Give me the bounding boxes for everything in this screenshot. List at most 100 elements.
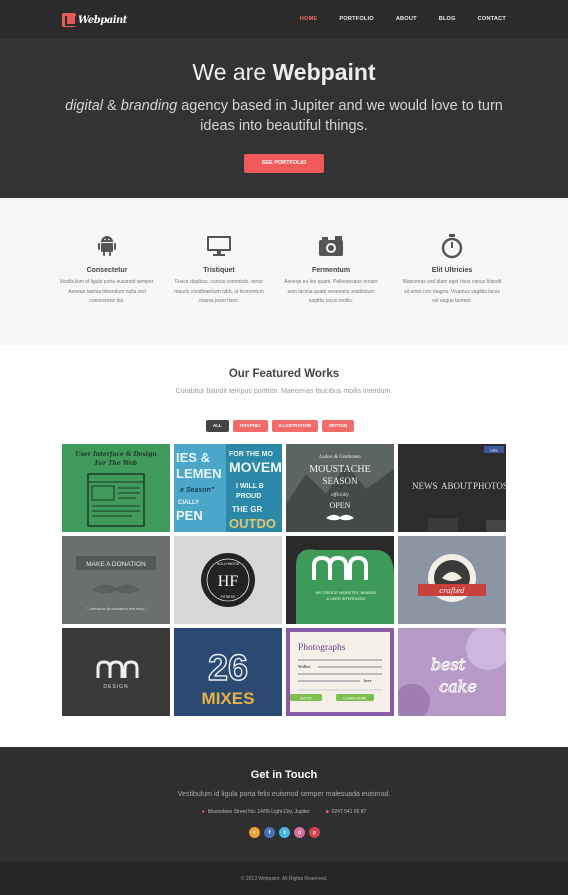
feature-text: Vestibulum id ligula porta euismod sempe… xyxy=(59,279,155,304)
tile-text: THE GR xyxy=(232,505,262,514)
twitter-icon[interactable]: t xyxy=(279,827,290,838)
tile-text: here xyxy=(364,678,372,683)
tile-text: NEWS xyxy=(412,481,438,491)
rss-icon[interactable]: r xyxy=(249,827,260,838)
portfolio-filters: ALL GRAPHIC ILLUSTRATION MOTION xyxy=(206,420,355,432)
feature-title: Fermentum xyxy=(311,267,351,274)
hero-title-prefix: We are xyxy=(192,59,273,85)
works-title: Our Featured Works xyxy=(228,368,340,380)
nav-item-about[interactable]: ABOUT xyxy=(396,16,417,22)
tile-text: User Interface & Design xyxy=(75,451,156,458)
tile-text: MAKE A DONATION xyxy=(86,561,146,568)
dribbble-icon[interactable]: d xyxy=(294,827,305,838)
filter-illustration[interactable]: ILLUSTRATION xyxy=(271,420,319,432)
feature-item: Fermentum Aenean eu leo quam. Pellentesq… xyxy=(281,231,381,307)
pinterest-icon[interactable]: p xyxy=(309,827,320,838)
feature-item: Consectetur Vestibulum id ligula porta e… xyxy=(57,231,157,307)
tile-text: & USER INTERFACES xyxy=(326,597,365,601)
contact-section: Get in Touch Vestibulum id ligula porta … xyxy=(0,747,568,862)
tile-text: LEARN MORE xyxy=(343,697,367,701)
tile-text: FOR THE MO xyxy=(229,451,273,458)
feature-text: Aenean eu leo quam. Pellentesque ornare … xyxy=(284,279,378,304)
portfolio-item[interactable]: 26 MIXES xyxy=(174,628,282,716)
hero-title: We are Webpaint xyxy=(0,59,568,86)
filter-all[interactable]: ALL xyxy=(206,420,229,432)
tile-text: cake xyxy=(439,677,477,696)
portfolio-item[interactable]: Photographs Walker here ARTIST LEARN MOR… xyxy=(286,628,394,716)
portfolio-grid: User Interface & Design For The Web IES … xyxy=(62,444,506,716)
footer: © 2013 Webpaint. All Rights Reserved. xyxy=(0,862,568,895)
portfolio-item[interactable]: MAKE A DONATION "...because lip-sweaters… xyxy=(62,536,170,624)
tagline-branding: branding xyxy=(120,98,178,114)
tile-text: MOUSTACHE xyxy=(309,464,370,475)
contact-subtitle: Vestibulum id ligula porta felis euismod… xyxy=(177,791,391,798)
logo-mark xyxy=(96,660,139,678)
tile-text: MIXES xyxy=(202,689,255,708)
feature-title: Tristiquet xyxy=(203,267,235,274)
portfolio-item[interactable]: Ladies & Gentlemen MOUSTACHE SEASON offi… xyxy=(286,444,394,532)
feature-title: Consectetur xyxy=(86,267,128,274)
tile-text: For The Web xyxy=(94,460,137,467)
logo-mark-icon xyxy=(62,13,77,27)
portfolio-item[interactable]: IES & LEMEN FOR THE MO MOVEM e Season" I… xyxy=(174,444,282,532)
tile-text: ABOUT xyxy=(441,481,473,491)
tile-text: PROUD xyxy=(236,493,261,500)
tile-text: SEASON xyxy=(322,476,358,486)
hero-tagline: digital & branding agency based in Jupit… xyxy=(60,96,508,136)
tile-text: Walker xyxy=(298,664,311,669)
tile-text: PHOTOS xyxy=(473,481,506,491)
phone: ■ 0247 541 65 87 xyxy=(326,809,367,815)
filter-graphic[interactable]: GRAPHIC xyxy=(232,420,268,432)
works-subtitle: Curabitur blandit tempus porttitor. Maec… xyxy=(175,388,393,395)
tile-text: HOLLYWOOD xyxy=(217,562,240,566)
hero-section: We are Webpaint digital & branding agenc… xyxy=(0,39,568,198)
tile-text: DESIGN xyxy=(103,684,128,690)
portfolio-item[interactable]: HF HOLLYWOOD FITNESS xyxy=(174,536,282,624)
portfolio-item[interactable]: best cake xyxy=(398,628,506,716)
portfolio-item[interactable]: User Interface & Design For The Web xyxy=(62,444,170,532)
portfolio-item[interactable]: DESIGN xyxy=(62,628,170,716)
phone-icon: ■ xyxy=(325,809,329,815)
tile-text: PEN xyxy=(176,508,203,523)
feature-item: Tristiquet Fusce dapibus, cursus commodo… xyxy=(169,231,269,307)
monitor-icon xyxy=(169,231,269,261)
nav-item-home[interactable]: HOME xyxy=(300,16,318,22)
tile-text: "...because lip-sweaters are sexy." xyxy=(86,606,147,611)
social-links: r f t d p xyxy=(249,827,320,838)
nav-item-blog[interactable]: BLOG xyxy=(439,16,456,22)
tile-text: best xyxy=(431,655,466,674)
nav-item-contact[interactable]: CONTACT xyxy=(478,16,506,22)
portfolio-item[interactable]: crafted xyxy=(398,536,506,624)
top-navbar: Webpaint HOME PORTFOLIO ABOUT BLOG CONTA… xyxy=(0,0,568,39)
portfolio-item[interactable]: WE CREATE WEBSITES, BRANDS & USER INTERF… xyxy=(286,536,394,624)
tile-text: IES & xyxy=(176,450,210,465)
feature-text: Maecenas sed diam eget risus varius blan… xyxy=(402,279,502,304)
tagline-amp: & xyxy=(103,98,121,114)
featured-works-section: Our Featured Works Curabitur blandit tem… xyxy=(0,346,568,747)
tagline-digital: digital xyxy=(65,98,104,114)
tile-shape xyxy=(486,520,506,532)
copyright: © 2013 Webpaint. All Rights Reserved. xyxy=(240,876,328,882)
logo-text: Webpaint xyxy=(78,14,127,26)
nav-item-portfolio[interactable]: PORTFOLIO xyxy=(339,16,373,22)
tile-text: e Season" xyxy=(180,487,215,494)
moustache-icon xyxy=(92,584,140,594)
tile-text: Like xyxy=(490,448,498,453)
feature-text: Fusce dapibus, cursus commodo, tortor ma… xyxy=(174,279,264,304)
see-portfolio-button[interactable]: SEE PORTFOLIO xyxy=(244,154,324,173)
feature-title: Elit Ultricies xyxy=(431,267,473,274)
contact-info: ● Moonshine Street No: 14/05 Light City, … xyxy=(0,809,568,815)
tile-text: Photographs xyxy=(298,643,346,653)
portfolio-item[interactable]: Like NEWS ABOUT PHOTOS xyxy=(398,444,506,532)
phone-text: 0247 541 65 87 xyxy=(331,809,367,815)
tile-text: crafted xyxy=(439,587,465,595)
facebook-icon[interactable]: f xyxy=(264,827,275,838)
address-text: Moonshine Street No: 14/05 Light City, J… xyxy=(207,809,310,815)
tile-text: HF xyxy=(218,573,239,590)
tile-text: Ladies & Gentlemen xyxy=(318,455,361,460)
android-icon xyxy=(57,231,157,261)
filter-motion[interactable]: MOTION xyxy=(322,420,355,432)
tile-text: OUTDO xyxy=(229,516,276,531)
map-pin-icon: ● xyxy=(201,809,205,815)
logo[interactable]: Webpaint xyxy=(62,11,127,29)
